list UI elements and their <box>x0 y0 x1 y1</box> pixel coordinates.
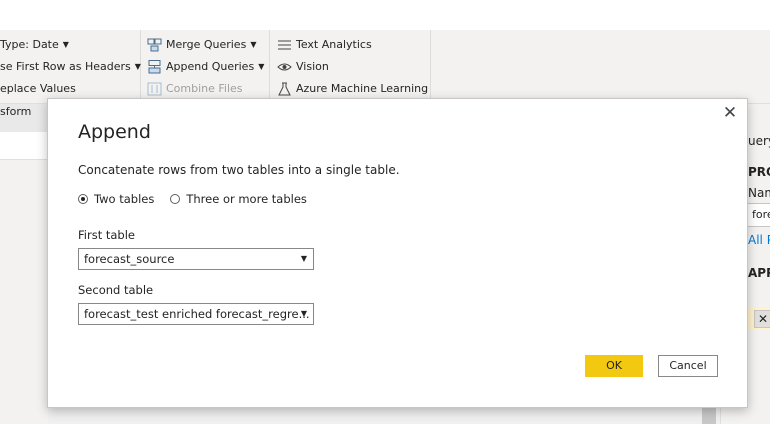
text-analytics-button[interactable]: Text Analytics <box>277 38 372 52</box>
data-type-label: Type: Date <box>0 38 59 51</box>
radio-selected-icon <box>78 194 88 204</box>
delete-step-icon[interactable]: ✕ <box>754 310 770 328</box>
chevron-down-icon: ▼ <box>300 309 307 318</box>
applied-step-item[interactable]: ✕ <box>747 307 770 329</box>
append-queries-button[interactable]: Append Queries ▼ <box>147 60 264 74</box>
vision-button[interactable]: Vision <box>277 60 329 74</box>
combine-group: Merge Queries ▼ Append Queries ▼ Combine F… <box>140 30 270 103</box>
three-or-more-tables-radio[interactable]: Three or more tables <box>170 192 307 206</box>
name-input[interactable]: fore <box>747 203 770 227</box>
transform-group-label: sform <box>0 105 32 118</box>
dialog-description: Concatenate rows from two tables into a … <box>78 163 400 177</box>
name-label: Nam <box>748 186 770 200</box>
merge-queries-label: Merge Queries <box>166 38 247 51</box>
use-first-row-button[interactable]: se First Row as Headers ▼ <box>0 60 141 74</box>
azure-ml-button[interactable]: Azure Machine Learning <box>277 82 428 96</box>
chevron-down-icon: ▼ <box>258 62 265 71</box>
chevron-down-icon: ▼ <box>300 254 307 263</box>
chevron-down-icon: ▼ <box>62 40 69 49</box>
query-settings-title: uery <box>748 134 770 148</box>
second-table-select[interactable]: forecast_test enriched forecast_regre...… <box>78 303 314 325</box>
ribbon: Type: Date ▼ se First Row as Headers ▼ epl… <box>0 30 770 118</box>
combine-files-icon <box>147 82 162 96</box>
append-dialog: ✕ Append Concatenate rows from two table… <box>47 98 748 408</box>
replace-values-button[interactable]: eplace Values <box>0 82 76 96</box>
chevron-down-icon: ▼ <box>250 40 257 49</box>
first-table-value: forecast_source <box>84 252 175 266</box>
combine-files-label: Combine Files <box>166 82 243 95</box>
close-icon[interactable]: ✕ <box>721 104 739 122</box>
eye-icon <box>277 60 292 74</box>
append-queries-label: Append Queries <box>166 60 255 73</box>
merge-icon <box>147 38 162 52</box>
ai-insights-group: Text Analytics Vision Azure Machine Lear… <box>269 30 431 103</box>
text-analytics-icon <box>277 38 292 52</box>
dialog-title: Append <box>78 121 151 143</box>
queries-pane <box>0 132 48 424</box>
second-table-value: forecast_test enriched forecast_regre... <box>84 307 310 321</box>
first-table-select[interactable]: forecast_source ▼ <box>78 248 314 270</box>
second-table-label: Second table <box>78 283 154 297</box>
vision-label: Vision <box>296 60 329 73</box>
append-icon <box>147 60 162 74</box>
cancel-button[interactable]: Cancel <box>658 355 718 377</box>
title-bar <box>0 0 770 30</box>
combine-files-button[interactable]: Combine Files <box>147 82 243 96</box>
all-properties-link[interactable]: All P <box>748 233 770 247</box>
ok-button[interactable]: OK <box>585 355 643 377</box>
radio-unselected-icon <box>170 194 181 204</box>
merge-queries-button[interactable]: Merge Queries ▼ <box>147 38 256 52</box>
transform-group: Type: Date ▼ se First Row as Headers ▼ epl… <box>0 30 141 103</box>
text-analytics-label: Text Analytics <box>296 38 372 51</box>
three-or-more-label: Three or more tables <box>186 192 307 206</box>
properties-heading: PRO <box>748 165 770 179</box>
replace-values-label: eplace Values <box>0 82 76 95</box>
data-type-button[interactable]: Type: Date ▼ <box>0 38 69 52</box>
formula-bar[interactable] <box>0 132 48 160</box>
two-tables-label: Two tables <box>94 192 155 206</box>
name-input-value: fore <box>752 208 770 221</box>
applied-steps-heading: APP <box>748 266 770 280</box>
flask-icon <box>277 82 292 96</box>
two-tables-radio[interactable]: Two tables <box>78 192 154 206</box>
table-count-radio-group: Two tables Three or more tables <box>78 192 323 206</box>
azure-ml-label: Azure Machine Learning <box>296 82 429 95</box>
first-table-label: First table <box>78 228 135 242</box>
first-row-label: se First Row as Headers <box>0 60 131 73</box>
